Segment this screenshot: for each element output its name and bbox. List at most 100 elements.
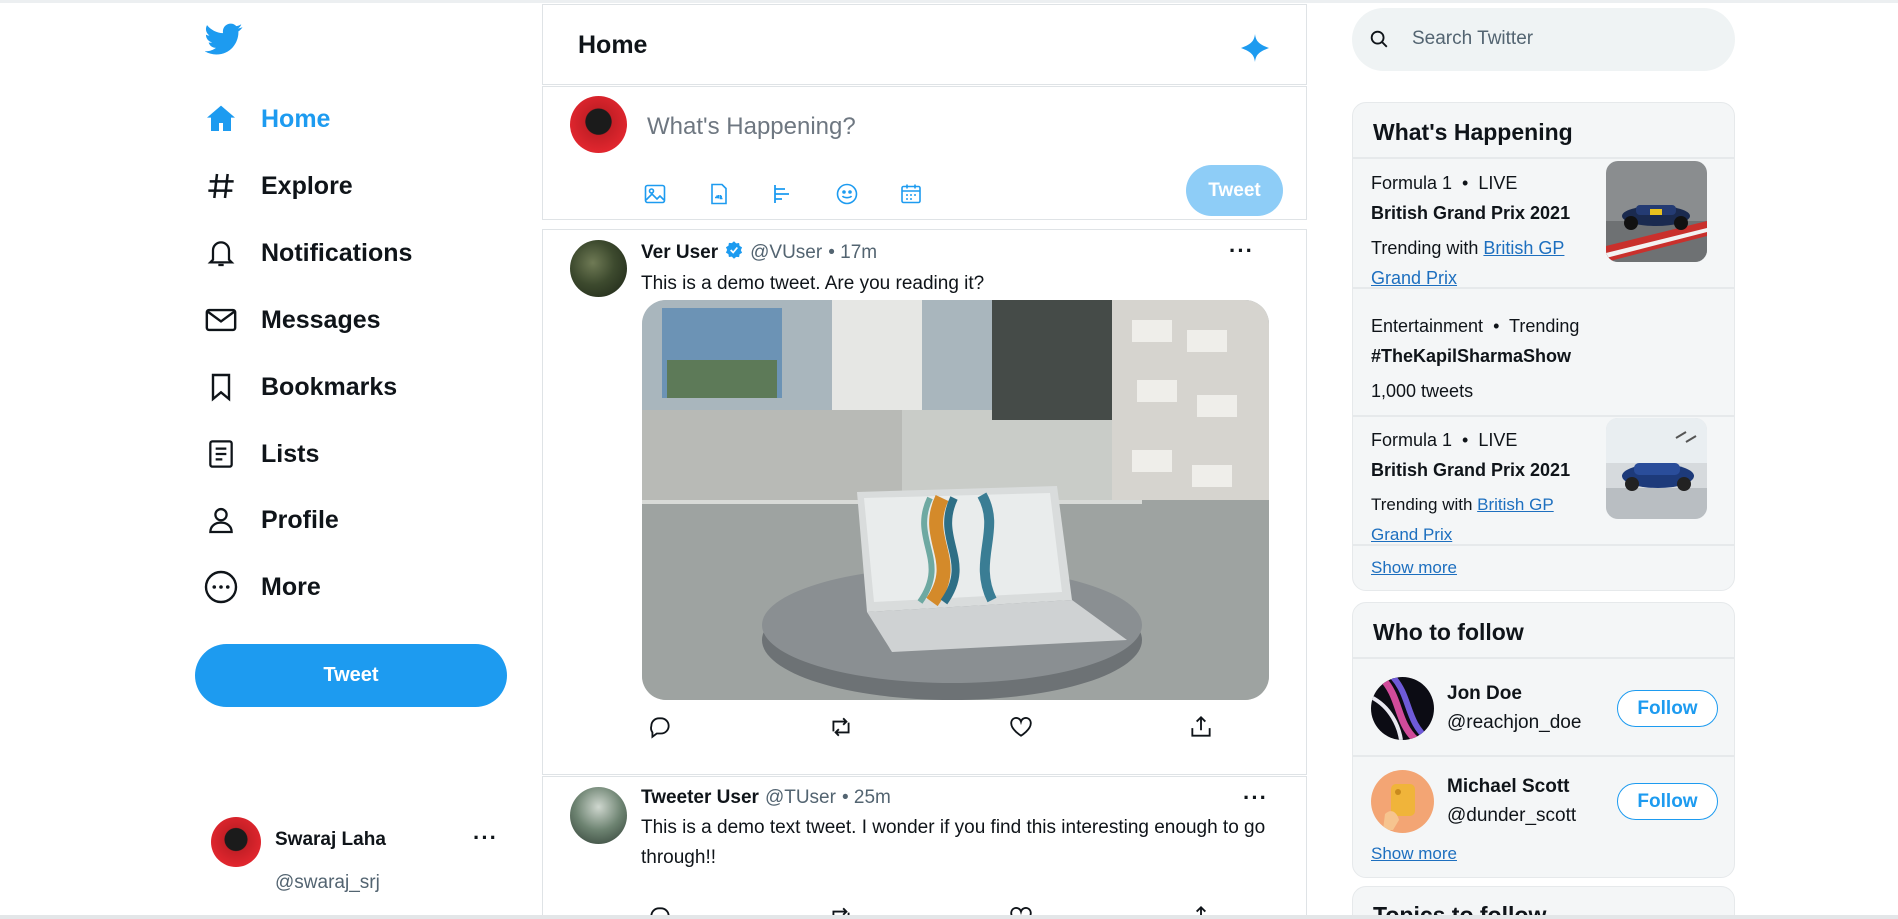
sidebar-tweet-button[interactable]: Tweet: [195, 644, 507, 707]
trend-category: Formula 1 • LIVE: [1371, 173, 1518, 193]
tweet-header: Ver User @VUser • 17m: [641, 240, 877, 266]
sparkle-icon[interactable]: [1239, 32, 1271, 64]
tweet-author-handle[interactable]: @VUser: [750, 242, 822, 264]
page-title: Home: [578, 31, 648, 59]
trend-subtitle: Trending with British GP Grand Prix: [1371, 238, 1565, 288]
trend-item[interactable]: Formula 1 • LIVE British Grand Prix 2021…: [1353, 161, 1734, 293]
divider: [1353, 157, 1734, 159]
tweet-timestamp: • 17m: [828, 242, 878, 263]
compose-toolbar: [643, 182, 923, 206]
trend-subtitle: Trending with British GP Grand Prix: [1371, 495, 1554, 544]
tweet-composer: What's Happening? Tweet: [542, 86, 1307, 220]
verified-badge-icon: [724, 240, 744, 266]
follow-button[interactable]: Follow: [1617, 690, 1718, 727]
sidebar-item-label: Home: [261, 104, 331, 133]
trend-subtitle: 1,000 tweets: [1371, 381, 1474, 401]
sidebar-item-more[interactable]: More: [203, 563, 321, 611]
account-name: Swaraj Laha: [275, 829, 386, 850]
sidebar-item-label: Bookmarks: [261, 372, 398, 401]
follow-handle: @dunder_scott: [1447, 805, 1577, 826]
sidebar-item-label: Notifications: [261, 238, 413, 267]
follow-suggestion[interactable]: Jon Doe @reachjon_doe Follow: [1353, 665, 1734, 755]
tweet-more-icon[interactable]: ···: [1229, 238, 1254, 264]
divider: [1353, 415, 1734, 417]
avatar: [211, 817, 261, 867]
bottom-divider: [0, 915, 1898, 919]
compose-tweet-button[interactable]: Tweet: [1186, 165, 1283, 216]
emoji-icon[interactable]: [835, 182, 859, 206]
trend-title: British Grand Prix 2021: [1371, 203, 1571, 223]
trend-title: #TheKapilSharmaShow: [1371, 346, 1572, 366]
whats-happening-panel: What's Happening Formula 1 • LIVE Britis…: [1352, 102, 1735, 591]
person-icon: [203, 502, 239, 538]
tweet-author-handle[interactable]: @TUser: [765, 787, 836, 809]
sidebar-item-label: More: [261, 572, 321, 601]
schedule-icon[interactable]: [899, 182, 923, 206]
avatar: [1371, 677, 1434, 740]
account-more-icon[interactable]: ···: [473, 825, 498, 851]
tweet-more-icon[interactable]: ···: [1243, 785, 1268, 811]
follow-suggestion[interactable]: Michael Scott @dunder_scott Follow: [1353, 758, 1734, 848]
account-switcher[interactable]: Swaraj Laha @swaraj_srj ···: [211, 815, 511, 900]
sidebar-item-profile[interactable]: Profile: [203, 496, 339, 544]
sidebar-item-home[interactable]: Home: [203, 95, 330, 143]
more-circle-icon: [203, 569, 239, 605]
tweet-author-name[interactable]: Tweeter User: [641, 787, 759, 809]
sidebar-item-lists[interactable]: Lists: [203, 430, 319, 478]
image-icon[interactable]: [643, 182, 667, 206]
tweet-author-name[interactable]: Ver User: [641, 242, 718, 264]
bookmark-icon: [203, 369, 239, 405]
tweet-card[interactable]: Tweeter User @TUser • 25m ··· This is a …: [542, 776, 1307, 919]
compose-input[interactable]: What's Happening?: [647, 113, 856, 141]
search-bar[interactable]: [1352, 8, 1735, 71]
show-more-link[interactable]: Show more: [1371, 558, 1457, 578]
list-icon: [203, 436, 239, 472]
tweet-card[interactable]: Ver User @VUser • 17m ··· This is a demo…: [542, 229, 1307, 775]
like-icon[interactable]: [1008, 714, 1034, 740]
follow-name: Michael Scott: [1447, 776, 1570, 797]
hashtag-icon: [203, 168, 239, 204]
share-icon[interactable]: [1188, 714, 1214, 740]
trend-item[interactable]: Entertainment • Trending #TheKapilSharma…: [1353, 316, 1734, 416]
divider: [1353, 657, 1734, 659]
feed-header: Home: [542, 4, 1307, 85]
twitter-bird-icon[interactable]: [204, 20, 245, 60]
tweet-actions: [647, 714, 1214, 740]
avatar: [570, 240, 627, 297]
trend-item[interactable]: Formula 1 • LIVE British Grand Prix 2021…: [1353, 418, 1734, 550]
reply-icon[interactable]: [647, 714, 673, 740]
tweet-image[interactable]: [642, 300, 1269, 700]
bell-icon: [203, 235, 239, 271]
trend-image: [1606, 418, 1707, 519]
mail-icon: [203, 302, 239, 338]
follow-button[interactable]: Follow: [1617, 783, 1718, 820]
sidebar-item-label: Lists: [261, 439, 320, 468]
sidebar-item-messages[interactable]: Messages: [203, 296, 381, 344]
divider: [1353, 287, 1734, 289]
sidebar-item-bookmarks[interactable]: Bookmarks: [203, 363, 397, 411]
avatar: [570, 787, 627, 844]
avatar: [1371, 770, 1434, 833]
panel-title: Who to follow: [1373, 619, 1524, 645]
sidebar-item-explore[interactable]: Explore: [203, 162, 353, 210]
search-icon: [1368, 28, 1390, 50]
poll-icon[interactable]: [771, 182, 795, 206]
follow-name: Jon Doe: [1447, 683, 1522, 704]
show-more-link[interactable]: Show more: [1371, 844, 1457, 864]
tweet-text: This is a demo tweet. Are you reading it…: [641, 273, 985, 294]
panel-title: What's Happening: [1373, 119, 1573, 145]
divider: [1353, 755, 1734, 757]
divider: [1353, 544, 1734, 546]
follow-handle: @reachjon_doe: [1447, 712, 1582, 733]
search-input[interactable]: [1412, 18, 1712, 60]
tweet-timestamp: • 25m: [841, 787, 891, 808]
trend-category: Entertainment • Trending: [1371, 316, 1580, 336]
retweet-icon[interactable]: [828, 714, 854, 740]
gif-icon[interactable]: [707, 182, 731, 206]
sidebar-item-label: Profile: [261, 505, 339, 534]
sidebar-item-notifications[interactable]: Notifications: [203, 229, 412, 277]
tweet-header: Tweeter User @TUser • 25m: [641, 787, 891, 809]
avatar: [570, 96, 627, 153]
tweet-text: This is a demo text tweet. I wonder if y…: [641, 817, 1266, 868]
sidebar-item-label: Messages: [261, 305, 381, 334]
